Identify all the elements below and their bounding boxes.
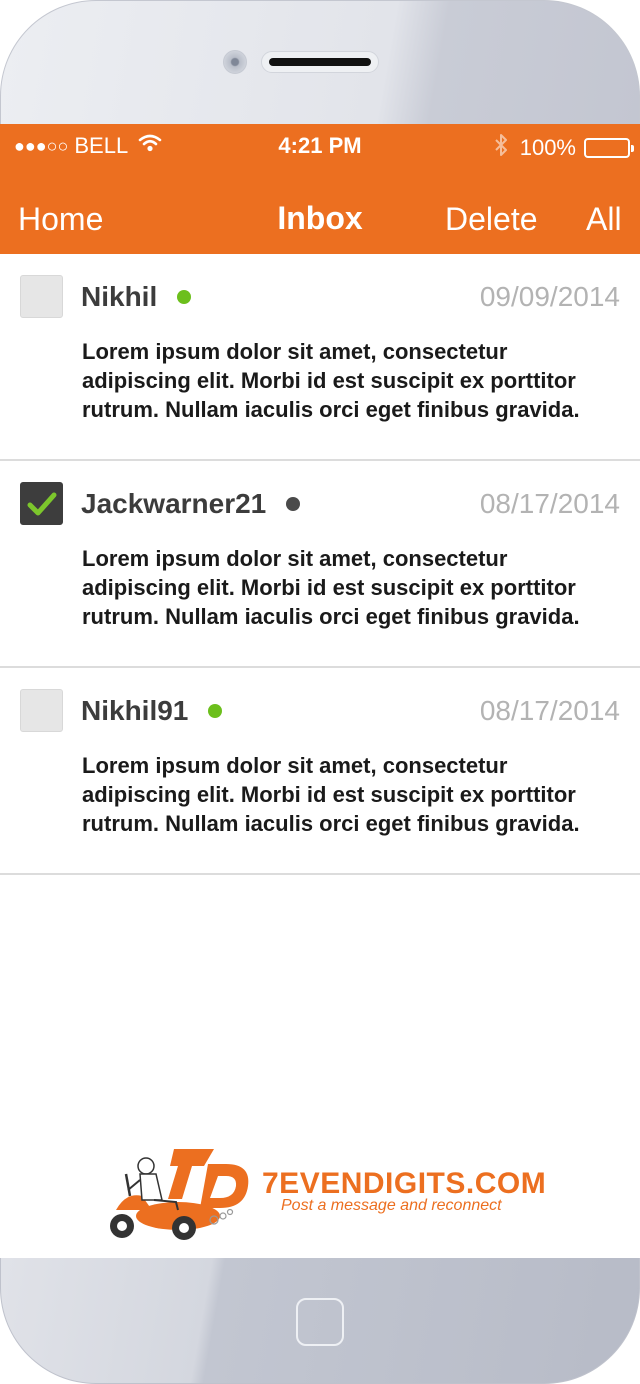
online-status-dot	[208, 704, 223, 718]
message-date: 09/09/2014	[479, 281, 620, 312]
bluetooth-icon	[494, 133, 508, 163]
delete-button[interactable]: Delete	[445, 201, 538, 238]
battery-percent: 100%	[519, 135, 576, 160]
message-item[interactable]: Nikhil91 08/17/2014 Lorem ipsum dolor si…	[0, 668, 640, 875]
checkmark-icon	[27, 492, 57, 516]
home-button[interactable]: Home	[18, 201, 103, 238]
message-preview: Lorem ipsum dolor sit amet, consectetur …	[82, 546, 580, 629]
status-bar: ●●●○○ BELL 4:21 PM 100%	[0, 124, 640, 168]
message-item[interactable]: Nikhil 09/09/2014 Lorem ipsum dolor sit …	[0, 254, 640, 461]
earpiece-speaker	[261, 51, 379, 73]
message-list: Nikhil 09/09/2014 Lorem ipsum dolor sit …	[0, 254, 640, 875]
hardware-home-button[interactable]	[296, 1298, 344, 1346]
message-checkbox[interactable]	[20, 689, 63, 732]
navigation-bar: Home Inbox Delete All	[0, 168, 640, 254]
message-checkbox[interactable]	[20, 482, 63, 525]
battery-icon	[584, 138, 634, 158]
select-all-button[interactable]: All	[586, 201, 622, 238]
sender-name: Nikhil	[81, 281, 158, 312]
message-preview: Lorem ipsum dolor sit amet, consectetur …	[82, 753, 580, 836]
message-preview: Lorem ipsum dolor sit amet, consectetur …	[82, 339, 580, 422]
sender-name: Jackwarner21	[81, 488, 267, 519]
front-camera	[223, 50, 247, 74]
online-status-dot	[177, 290, 192, 304]
message-date: 08/17/2014	[479, 488, 620, 519]
brand-name: 7EVENDIGITS.COM	[262, 1167, 547, 1200]
brand-tagline: Post a message and reconnect	[281, 1197, 502, 1214]
message-date: 08/17/2014	[479, 695, 620, 726]
phone-frame: ●●●○○ BELL 4:21 PM 100% Home Inbox Delet…	[0, 0, 640, 1384]
sender-name: Nikhil91	[81, 695, 189, 726]
message-checkbox[interactable]	[20, 275, 63, 318]
offline-status-dot	[286, 497, 301, 511]
message-item[interactable]: Jackwarner21 08/17/2014 Lorem ipsum dolo…	[0, 461, 640, 668]
scooter-rider-logo-icon	[110, 1149, 249, 1240]
